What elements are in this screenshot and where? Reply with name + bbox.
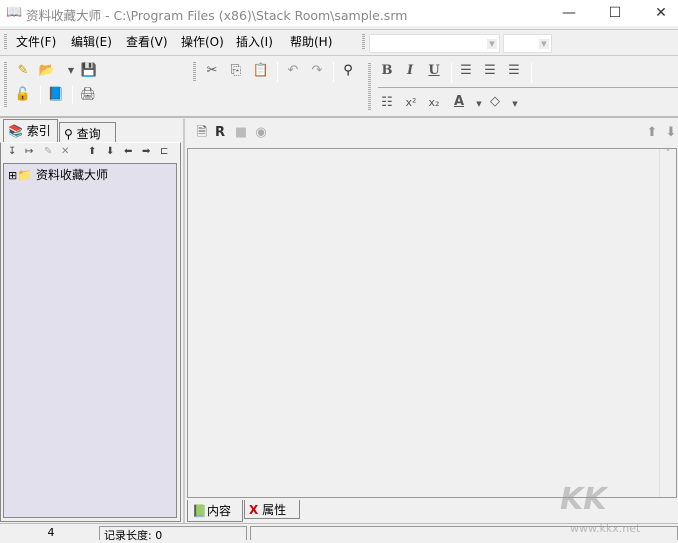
divider bbox=[0, 116, 678, 118]
expand-icon[interactable]: ⊞ bbox=[8, 169, 17, 182]
divider bbox=[277, 62, 278, 82]
chevron-down-icon: ▼ bbox=[539, 39, 549, 49]
tree-node-root[interactable]: ⊞📁 资料收藏大师 bbox=[8, 166, 108, 183]
app-icon: 📖 bbox=[6, 5, 23, 20]
menu-grip[interactable] bbox=[4, 34, 7, 50]
menu-bar: 文件(F) 编辑(E) 查看(V) 操作(O) 插入(I) 帮助(H) ▼ ▼ bbox=[0, 29, 678, 53]
insert-sibling-icon[interactable]: ↦ bbox=[25, 146, 33, 157]
align-right-icon[interactable]: ☰ bbox=[505, 62, 523, 80]
next-arrow-icon[interactable]: ⬇ bbox=[662, 124, 678, 142]
status-bar: 4 记录长度: 0 bbox=[0, 523, 678, 542]
toolbar-grip[interactable] bbox=[4, 62, 7, 107]
move-left-icon[interactable]: ⬅ bbox=[124, 146, 132, 157]
move-down-icon[interactable]: ⬇ bbox=[106, 146, 114, 157]
find-binoculars-icon[interactable]: ⚲ bbox=[339, 62, 357, 80]
subscript-button[interactable]: x₂ bbox=[425, 94, 443, 112]
divider bbox=[72, 86, 73, 104]
menu-insert[interactable]: 插入(I) bbox=[236, 33, 273, 50]
tree-node-label: 资料收藏大师 bbox=[36, 168, 109, 182]
tab-content[interactable]: 📗内容 bbox=[187, 500, 243, 522]
undo-icon[interactable]: ↶ bbox=[284, 62, 302, 80]
tab-properties-label: 属性 bbox=[262, 503, 287, 517]
paste-icon[interactable]: 📋 bbox=[252, 62, 270, 80]
divider bbox=[451, 63, 452, 83]
tab-content-label: 内容 bbox=[206, 504, 231, 518]
book-icon: 📗 bbox=[192, 504, 207, 518]
print-icon[interactable]: 🖨 bbox=[79, 86, 97, 104]
highlight-dropdown-icon[interactable]: ▼ bbox=[506, 95, 524, 113]
divider bbox=[531, 63, 532, 83]
superscript-button[interactable]: x² bbox=[402, 94, 420, 112]
redo-icon[interactable]: ↷ bbox=[308, 62, 326, 80]
delete-icon[interactable]: ✕ bbox=[61, 146, 69, 157]
tab-search[interactable]: ⚲ 查询 bbox=[59, 122, 116, 143]
font-size-select[interactable]: ▼ bbox=[503, 34, 552, 53]
format-toolbar-grip[interactable] bbox=[368, 63, 371, 111]
previous-arrow-icon[interactable]: ⬆ bbox=[643, 124, 661, 142]
close-button[interactable]: ✕ bbox=[638, 0, 678, 26]
menu-help[interactable]: 帮助(H) bbox=[290, 33, 332, 50]
properties-icon: X bbox=[249, 503, 259, 517]
move-up-icon[interactable]: ⬆ bbox=[88, 146, 96, 157]
copy-icon[interactable]: ⎘ bbox=[227, 62, 245, 80]
chevron-down-icon: ▼ bbox=[487, 39, 497, 49]
format-grip bbox=[362, 34, 365, 50]
new-icon[interactable]: ✎ bbox=[14, 62, 32, 80]
bullet-list-icon[interactable]: ☷ bbox=[378, 94, 396, 112]
move-right-icon[interactable]: ➡ bbox=[142, 146, 150, 157]
title-bar: 📖 资料收藏大师 - C:\Program Files (x86)\Stack … bbox=[0, 0, 678, 26]
splitter[interactable] bbox=[183, 119, 185, 524]
menu-file[interactable]: 文件(F) bbox=[16, 33, 56, 50]
minimize-button[interactable]: — bbox=[546, 0, 592, 26]
align-center-icon[interactable]: ☰ bbox=[481, 62, 499, 80]
highlight-icon[interactable]: ◇ bbox=[486, 93, 504, 111]
font-color-button[interactable]: A bbox=[450, 93, 468, 111]
tab-properties[interactable]: X 属性 bbox=[244, 500, 300, 519]
binoculars-icon: ⚲ bbox=[64, 127, 73, 141]
vertical-scrollbar[interactable]: ˄ bbox=[659, 149, 676, 497]
window-title: 资料收藏大师 - C:\Program Files (x86)\Stack Ro… bbox=[26, 8, 408, 23]
cut-icon[interactable]: ✂ bbox=[203, 62, 221, 80]
tab-index-label: 索引 bbox=[26, 124, 51, 138]
attachment-icon[interactable]: ■ bbox=[232, 124, 250, 142]
save-icon[interactable]: 💾 bbox=[80, 62, 98, 80]
edit-toolbar-grip[interactable] bbox=[193, 62, 196, 82]
divider bbox=[378, 87, 678, 88]
menu-action[interactable]: 操作(O) bbox=[181, 33, 224, 50]
document-icon[interactable]: 🗎 bbox=[193, 124, 211, 142]
divider bbox=[40, 86, 41, 104]
underline-button[interactable]: U bbox=[425, 62, 443, 80]
status-panel bbox=[250, 526, 678, 540]
tree-structure-icon[interactable]: ⊏ bbox=[160, 146, 168, 157]
scroll-up-icon[interactable]: ˄ bbox=[666, 149, 671, 159]
menu-view[interactable]: 查看(V) bbox=[126, 33, 168, 50]
open-icon[interactable]: 📂 bbox=[38, 62, 56, 80]
tab-search-label: 查询 bbox=[76, 127, 101, 141]
italic-button[interactable]: I bbox=[401, 62, 419, 80]
folder-icon: 📁 bbox=[17, 168, 33, 182]
font-name-select[interactable]: ▼ bbox=[369, 34, 500, 53]
content-editor[interactable]: ˄ bbox=[187, 148, 677, 498]
align-left-icon[interactable]: ☰ bbox=[457, 62, 475, 80]
menu-edit[interactable]: 编辑(E) bbox=[71, 33, 112, 50]
status-count: 4 bbox=[47, 526, 55, 539]
books-icon: 📚 bbox=[8, 124, 23, 138]
view-eye-icon[interactable]: ◉ bbox=[252, 124, 270, 142]
divider bbox=[0, 55, 678, 56]
insert-child-icon[interactable]: ↧ bbox=[8, 146, 16, 157]
rename-pencil-icon[interactable]: ✎ bbox=[44, 146, 52, 157]
tab-index[interactable]: 📚 索引 bbox=[3, 119, 58, 142]
status-record-length: 记录长度: 0 bbox=[99, 526, 247, 542]
bold-button[interactable]: B bbox=[378, 62, 396, 80]
book-icon[interactable]: 📘 bbox=[47, 86, 65, 104]
tree-toolbar: ↧ ↦ ✎ ✕ ⬆ ⬇ ⬅ ➡ ⊏ bbox=[4, 146, 176, 163]
divider bbox=[333, 62, 334, 82]
index-tree[interactable]: ⊞📁 资料收藏大师 bbox=[3, 163, 177, 518]
maximize-button[interactable]: ☐ bbox=[592, 0, 638, 26]
unlock-icon[interactable]: 🔓 bbox=[14, 86, 32, 104]
watermark-logo: KK bbox=[560, 482, 607, 517]
rich-text-icon[interactable]: R bbox=[211, 124, 229, 142]
open-dropdown-icon[interactable]: ▼ bbox=[62, 62, 80, 80]
